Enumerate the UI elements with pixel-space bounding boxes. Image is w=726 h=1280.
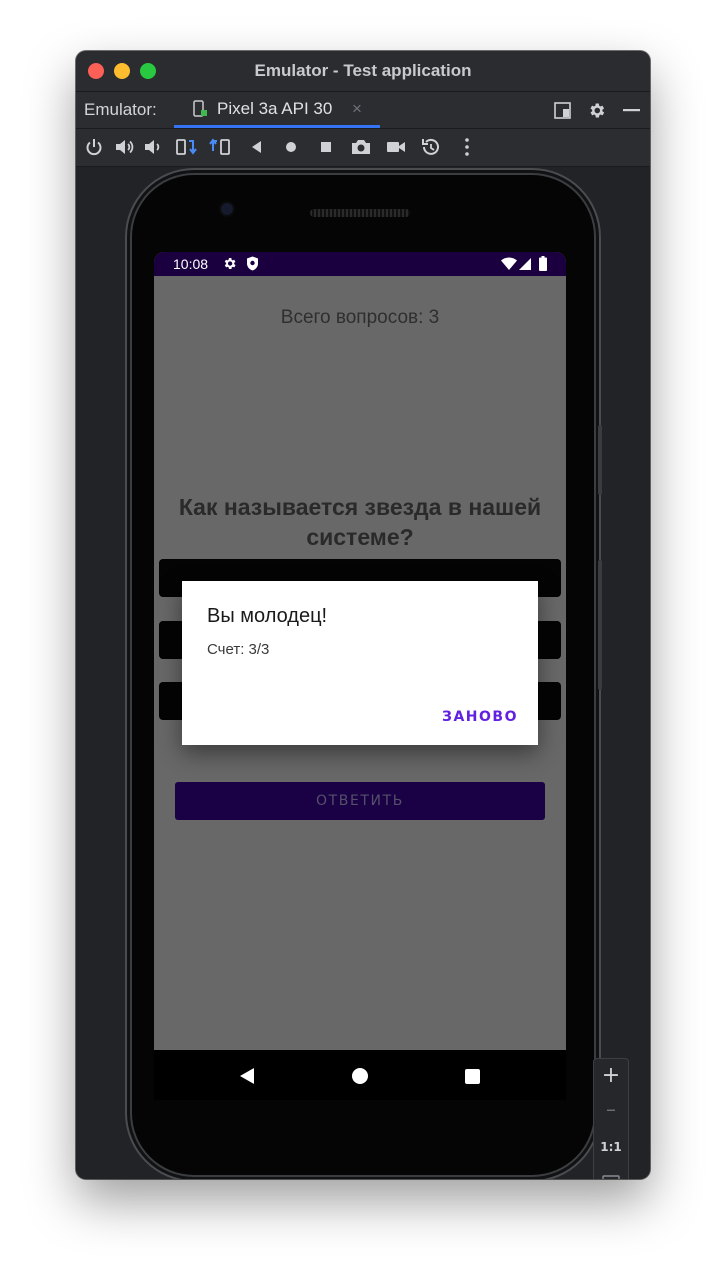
result-dialog: Вы молодец! Счет: 3/3 ЗАНОВО xyxy=(182,581,538,745)
phone-volume-button xyxy=(598,560,602,690)
earpiece-speaker xyxy=(310,209,410,217)
volume-up-icon[interactable] xyxy=(113,136,135,158)
device-icon xyxy=(193,100,207,117)
screenshot-icon[interactable] xyxy=(350,136,372,158)
nav-back-icon[interactable] xyxy=(240,1068,254,1084)
power-icon[interactable] xyxy=(83,136,105,158)
tab-close-icon[interactable]: × xyxy=(352,99,362,119)
minimize-panel-icon[interactable] xyxy=(623,109,640,112)
shield-icon xyxy=(247,256,258,271)
rotate-left-icon[interactable] xyxy=(175,136,197,158)
zoom-in-button[interactable]: + xyxy=(594,1063,628,1088)
window-title: Emulator - Test application xyxy=(254,61,472,80)
screen-record-icon[interactable] xyxy=(385,136,407,158)
tab-label: Pixel 3a API 30 xyxy=(217,99,333,118)
overview-icon[interactable] xyxy=(315,136,337,158)
quiz-app: Всего вопросов: 3 Как называется звезда … xyxy=(154,276,566,1050)
back-icon[interactable] xyxy=(246,136,268,158)
front-camera xyxy=(221,203,233,215)
title-bar: Emulator - Test application xyxy=(76,51,650,92)
nav-recents-icon[interactable] xyxy=(465,1069,480,1084)
device-tab-bar: Emulator: Pixel 3a API 30 × xyxy=(76,92,650,129)
dialog-title: Вы молодец! xyxy=(207,605,328,627)
restart-button[interactable]: ЗАНОВО xyxy=(442,709,518,725)
zoom-controls: + – 1:1 xyxy=(593,1058,629,1179)
dialog-message: Счет: 3/3 xyxy=(207,641,270,658)
question-text: Как называется звезда в нашей системе? xyxy=(178,494,542,550)
navigation-bar xyxy=(154,1050,566,1100)
status-bar: 10:08 xyxy=(154,252,566,276)
phone-power-button xyxy=(598,425,602,495)
nav-home-icon[interactable] xyxy=(352,1068,368,1084)
cellular-signal-icon xyxy=(519,258,531,270)
device-screen[interactable]: 10:08 Всего вопросов: 3 Как называется з… xyxy=(154,252,566,1050)
gear-icon[interactable] xyxy=(587,101,606,120)
snapshot-icon[interactable] xyxy=(420,136,442,158)
rotate-right-icon[interactable] xyxy=(209,136,231,158)
fit-screen-icon[interactable] xyxy=(602,1175,620,1179)
emulator-toolbar xyxy=(76,129,650,167)
settings-gear-icon xyxy=(224,258,236,269)
wifi-icon xyxy=(501,257,517,270)
volume-down-icon[interactable] xyxy=(142,136,164,158)
status-time: 10:08 xyxy=(173,256,209,272)
tab-bar-caption: Emulator: xyxy=(84,100,157,119)
total-questions-label: Всего вопросов: 3 xyxy=(280,307,440,328)
battery-icon xyxy=(539,256,547,271)
home-icon[interactable] xyxy=(280,136,302,158)
restore-layout-icon[interactable] xyxy=(554,102,571,119)
zoom-actual-size-button[interactable]: 1:1 xyxy=(594,1140,628,1154)
zoom-out-button[interactable]: – xyxy=(594,1097,628,1121)
phone-frame: 10:08 Всего вопросов: 3 Как называется з… xyxy=(132,175,602,1175)
more-icon[interactable] xyxy=(456,136,478,158)
submit-answer-button[interactable]: ОТВЕТИТЬ xyxy=(175,782,545,820)
tab-pixel-3a[interactable]: Pixel 3a API 30 × xyxy=(174,92,380,128)
emulator-window: Emulator - Test application Emulator: Pi… xyxy=(76,51,650,1179)
emulator-content: 10:08 Всего вопросов: 3 Как называется з… xyxy=(76,167,650,1179)
